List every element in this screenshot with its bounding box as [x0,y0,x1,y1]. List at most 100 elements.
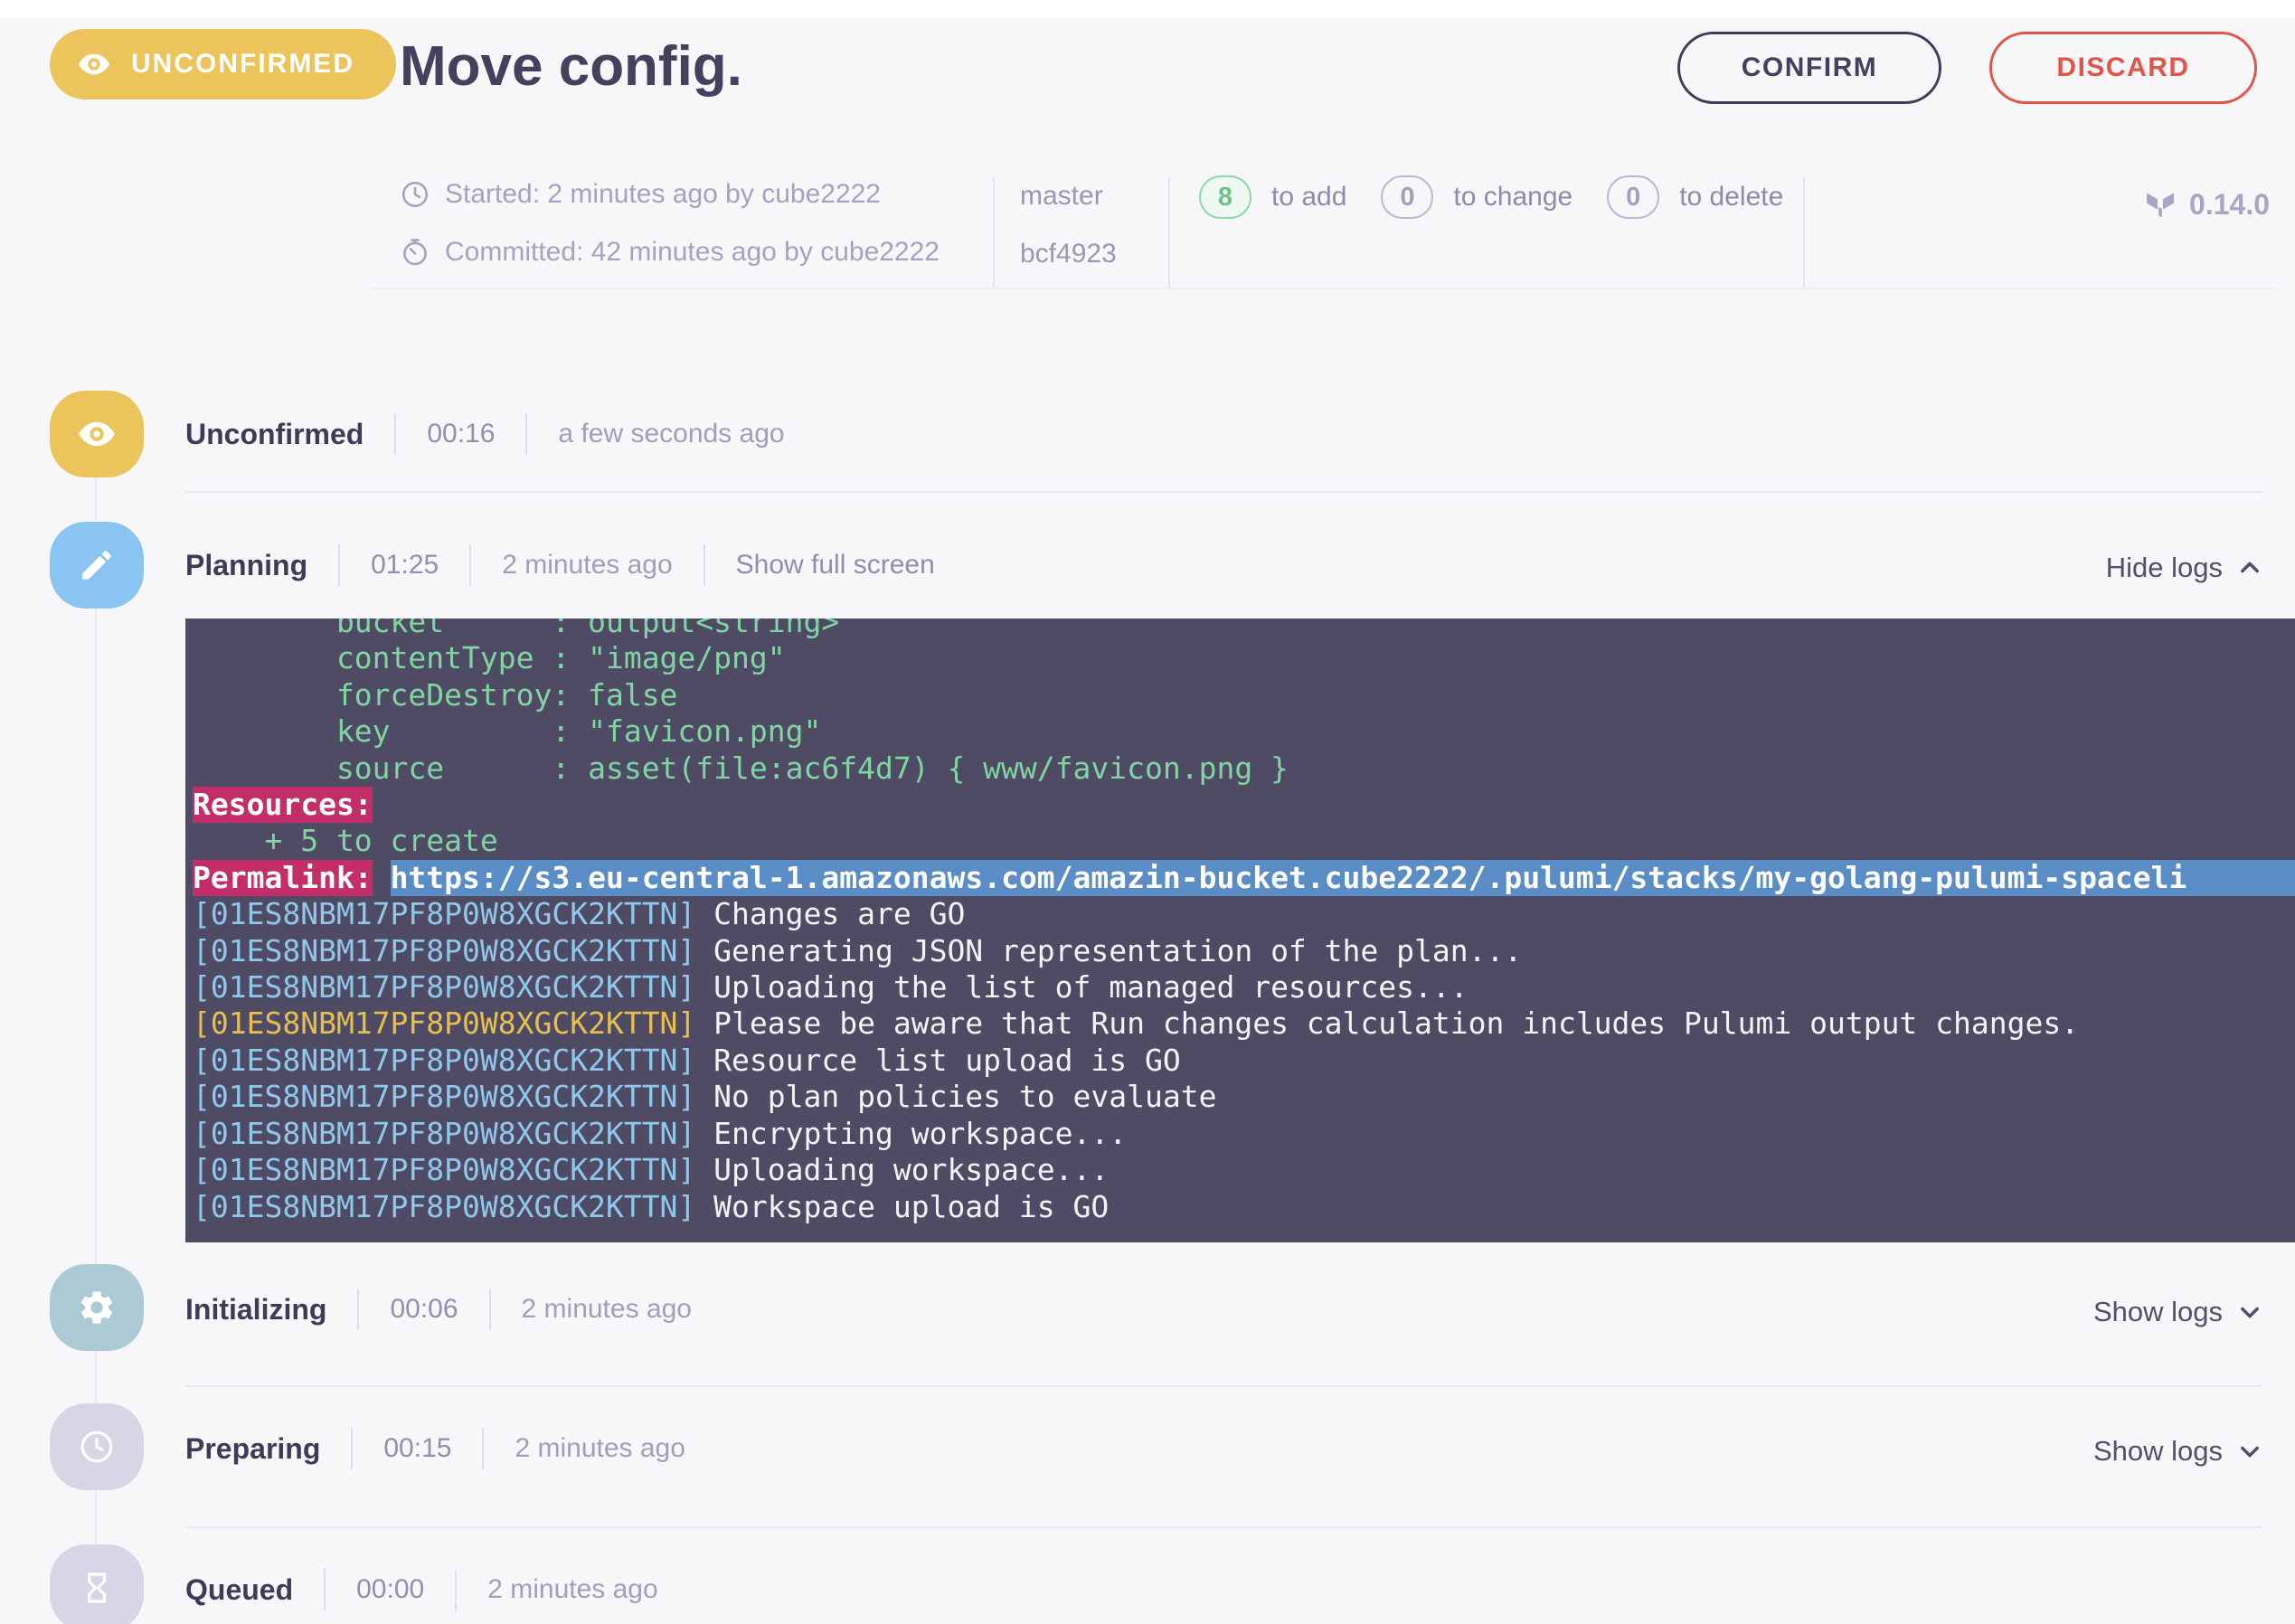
console-line: [01ES8NBM17PF8P0W8XGCK2KTTN] Changes are… [193,896,2295,932]
stage-label: Queued [185,1572,294,1606]
stage-icon-initializing [50,1264,144,1351]
eye-icon [77,47,111,81]
console-text: contentType : "image/png" [193,640,786,676]
log-console[interactable]: bucket : output<string> contentType : "i… [185,618,2295,1242]
console-text: [01ES8NBM17PF8P0W8XGCK2KTTN] [193,1079,696,1115]
stage-icon-unconfirmed [50,391,144,477]
console-text: [01ES8NBM17PF8P0W8XGCK2KTTN] [193,1188,696,1224]
console-text: Please be aware that Run changes calcula… [695,1006,2080,1042]
to-change-label: to change [1453,182,1573,212]
status-badge: UNCONFIRMED [50,29,396,99]
console-text: [01ES8NBM17PF8P0W8XGCK2KTTN] [193,896,696,932]
console-line: Resources: [193,787,2295,824]
row-separator [185,1526,2262,1528]
stage-duration: 00:15 [383,1433,452,1463]
stage-row-planning: Planning 01:25 2 minutes ago Show full s… [185,543,935,587]
show-logs-toggle[interactable]: Show logs [2093,1296,2262,1328]
stage-icon-planning [50,522,144,609]
commit-sha: bcf4923 [1020,239,1117,269]
console-text: Changes are GO [695,896,966,932]
to-delete-count: 0 [1607,175,1660,219]
started-text: Started: 2 minutes ago by cube2222 [445,179,881,209]
to-add-count: 8 [1199,175,1251,219]
console-line: source : asset(file:ac6f4d7) { www/favic… [193,751,2295,787]
row-divider [488,1289,491,1330]
clock-icon [400,179,430,210]
console-text: + 5 to create [193,823,498,859]
discard-button[interactable]: DISCARD [1989,32,2257,104]
show-logs-toggle[interactable]: Show logs [2093,1435,2262,1468]
stopwatch-icon [400,237,430,268]
row-divider [455,1569,458,1610]
show-fullscreen-link[interactable]: Show full screen [736,550,935,581]
to-delete-label: to delete [1679,182,1784,212]
console-text: Encrypting workspace... [695,1115,1128,1151]
stage-label: Unconfirmed [185,417,364,450]
meta-divider [993,177,995,289]
console-text: [01ES8NBM17PF8P0W8XGCK2KTTN] [193,1152,696,1188]
row-divider [703,544,705,586]
console-text: [01ES8NBM17PF8P0W8XGCK2KTTN] [193,1006,696,1042]
console-line: [01ES8NBM17PF8P0W8XGCK2KTTN] Workspace u… [193,1189,2295,1225]
console-text: Generating JSON representation of the pl… [695,932,1523,968]
stage-duration: 01:25 [371,550,439,580]
run-detail-page: UNCONFIRMED Move config. CONFIRM DISCARD… [0,0,2295,1624]
pencil-icon [78,546,116,584]
console-line: contentType : "image/png" [193,640,2295,676]
stage-duration: 00:00 [356,1574,425,1604]
console-line: + 5 to create [193,823,2295,859]
stage-timestamp: 2 minutes ago [521,1294,692,1324]
console-text: Resource list upload is GO [695,1042,1181,1078]
to-add-label: to add [1271,182,1347,212]
stage-row-initializing: Initializing 00:06 2 minutes ago [185,1288,692,1331]
hide-logs-label: Hide logs [2105,552,2223,583]
row-divider [525,413,528,455]
console-line: [01ES8NBM17PF8P0W8XGCK2KTTN] Encrypting … [193,1116,2295,1152]
gear-icon [77,1288,117,1327]
console-line: forceDestroy: false [193,677,2295,713]
console-line: Permalink: https://s3.eu-central-1.amazo… [193,859,2295,897]
stage-label: Initializing [185,1292,327,1326]
console-text: forceDestroy: false [193,676,678,713]
console-line: bucket : output<string> [193,618,2295,640]
row-divider [324,1569,326,1610]
console-text: [01ES8NBM17PF8P0W8XGCK2KTTN] [193,1115,696,1151]
console-text: [01ES8NBM17PF8P0W8XGCK2KTTN] [193,932,696,968]
row-separator [185,491,2262,493]
version-number: 0.14.0 [2189,188,2270,221]
version-indicator: 0.14.0 [2144,188,2270,222]
show-logs-label: Show logs [2092,1296,2223,1327]
top-strip [0,0,2295,18]
console-text: Uploading workspace... [695,1152,1110,1188]
hourglass-icon [79,1570,115,1606]
chevron-up-icon [2237,555,2262,581]
console-line: [01ES8NBM17PF8P0W8XGCK2KTTN] Uploading w… [193,1152,2295,1188]
stage-row-preparing: Preparing 00:15 2 minutes ago [185,1427,685,1470]
row-divider [357,1289,360,1330]
eye-icon [77,414,117,454]
console-text: bucket : output<string> [193,618,840,639]
confirm-button[interactable]: CONFIRM [1677,32,1941,104]
hide-logs-toggle[interactable]: Hide logs [2106,552,2262,584]
meta-divider [1803,177,1805,289]
console-line: [01ES8NBM17PF8P0W8XGCK2KTTN] Uploading t… [193,969,2295,1006]
row-divider [338,544,341,586]
stage-timestamp: 2 minutes ago [502,550,673,580]
row-divider [394,413,397,455]
row-separator [185,1385,2262,1387]
stage-row-unconfirmed: Unconfirmed 00:16 a few seconds ago [185,412,785,456]
console-text: No plan policies to evaluate [695,1079,1217,1115]
console-text: source : asset(file:ac6f4d7) { www/favic… [193,750,1289,786]
show-logs-label: Show logs [2092,1435,2223,1467]
stage-label: Preparing [185,1431,321,1465]
stage-label: Planning [185,548,308,581]
branch-name: master [1020,181,1103,211]
stage-duration: 00:16 [427,419,496,448]
console-line: [01ES8NBM17PF8P0W8XGCK2KTTN] Generating … [193,933,2295,969]
committed-text: Committed: 42 minutes ago by cube2222 [445,237,940,267]
stage-timestamp: 2 minutes ago [487,1574,658,1604]
console-text: [01ES8NBM17PF8P0W8XGCK2KTTN] [193,969,696,1006]
console-line: key : "favicon.png" [193,713,2295,750]
permalink-url[interactable]: https://s3.eu-central-1.amazonaws.com/am… [390,859,2295,897]
